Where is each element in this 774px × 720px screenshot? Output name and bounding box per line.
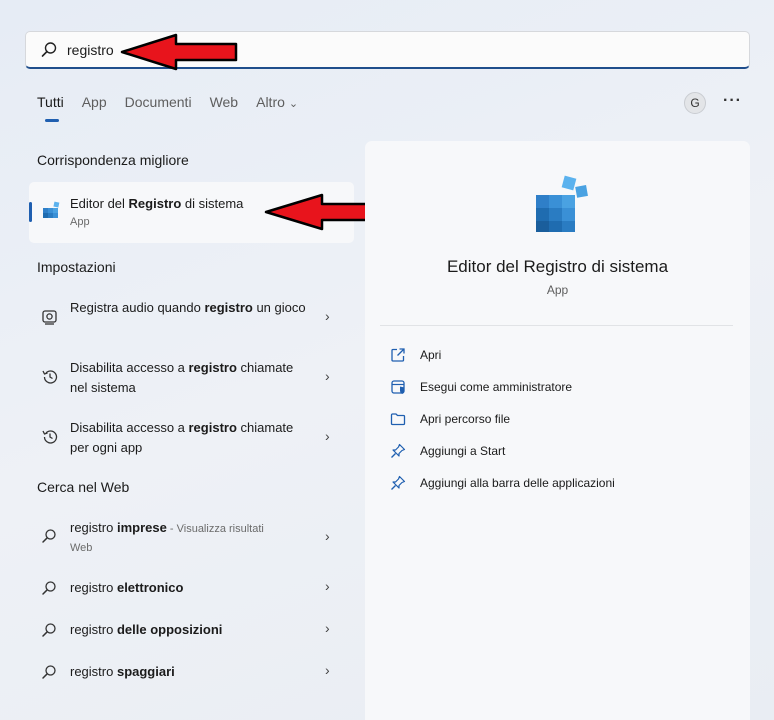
divider bbox=[380, 325, 733, 326]
pin-icon bbox=[391, 443, 406, 458]
best-match-title: Editor del Registro di sistema bbox=[70, 196, 244, 211]
tab-altro-label: Altro bbox=[256, 94, 285, 110]
more-options-button[interactable]: ··· bbox=[723, 92, 742, 110]
chevron-right-icon: › bbox=[325, 428, 330, 444]
best-match-subtitle: App bbox=[70, 216, 90, 228]
folder-icon bbox=[390, 413, 406, 426]
action-open-label: Apri bbox=[420, 348, 442, 362]
action-run-as-admin[interactable]: Esegui come amministratore bbox=[390, 379, 572, 395]
avatar[interactable]: G bbox=[684, 92, 706, 114]
chevron-right-icon: › bbox=[325, 620, 330, 636]
settings-item[interactable]: Registra audio quando registro un gioco … bbox=[29, 298, 354, 340]
tab-documenti[interactable]: Documenti bbox=[125, 94, 192, 122]
chevron-right-icon: › bbox=[325, 528, 330, 544]
tab-tutti[interactable]: Tutti bbox=[37, 94, 64, 122]
chevron-right-icon: › bbox=[325, 662, 330, 678]
web-result-label: registro spaggiari bbox=[70, 664, 175, 679]
selection-indicator bbox=[29, 202, 32, 222]
detail-panel: Editor del Registro di sistema App Apri … bbox=[365, 141, 750, 720]
tab-altro[interactable]: Altro ⌄ bbox=[256, 94, 298, 122]
search-icon bbox=[41, 41, 57, 57]
section-title-settings: Impostazioni bbox=[37, 259, 116, 275]
annotation-arrow-icon bbox=[120, 33, 238, 71]
settings-item-label: Disabilita accesso a registro chiamate p… bbox=[70, 420, 294, 455]
action-pin-to-taskbar[interactable]: Aggiungi alla barra delle applicazioni bbox=[390, 475, 615, 491]
action-run-as-admin-label: Esegui come amministratore bbox=[420, 380, 573, 394]
section-title-best-match: Corrispondenza migliore bbox=[37, 152, 189, 168]
tab-web[interactable]: Web bbox=[210, 94, 239, 122]
chevron-right-icon: › bbox=[325, 578, 330, 594]
chevron-right-icon: › bbox=[325, 368, 330, 384]
web-result-item[interactable]: registro elettronico › bbox=[29, 578, 354, 600]
search-icon bbox=[42, 529, 56, 543]
web-result-item[interactable]: registro spaggiari › bbox=[29, 662, 354, 684]
settings-item[interactable]: Disabilita accesso a registro chiamate p… bbox=[29, 418, 354, 460]
detail-subtitle: App bbox=[546, 283, 569, 297]
chevron-right-icon: › bbox=[325, 308, 330, 324]
action-pin-to-start-label: Aggiungi a Start bbox=[420, 444, 506, 458]
detail-title: Editor del Registro di sistema bbox=[446, 257, 669, 276]
action-pin-to-start[interactable]: Aggiungi a Start bbox=[390, 443, 505, 459]
action-open[interactable]: Apri bbox=[390, 347, 441, 363]
chevron-down-icon: ⌄ bbox=[288, 98, 299, 110]
settings-item-label: Registra audio quando registro un gioco bbox=[70, 300, 306, 315]
settings-item[interactable]: Disabilita accesso a registro chiamate n… bbox=[29, 358, 354, 400]
registry-editor-icon bbox=[43, 201, 60, 218]
action-open-file-location[interactable]: Apri percorso file bbox=[390, 411, 510, 427]
pin-icon bbox=[391, 475, 406, 490]
settings-item-label: Disabilita accesso a registro chiamate n… bbox=[70, 360, 294, 395]
filter-tabs: Tutti App Documenti Web Altro ⌄ bbox=[37, 94, 316, 122]
web-result-item[interactable]: registro imprese - Visualizza risultati W… bbox=[29, 518, 354, 558]
search-icon bbox=[42, 581, 56, 595]
record-icon bbox=[42, 310, 57, 325]
tab-app[interactable]: App bbox=[82, 94, 107, 122]
shield-admin-icon bbox=[391, 380, 405, 394]
open-icon bbox=[391, 348, 405, 362]
action-open-file-location-label: Apri percorso file bbox=[420, 412, 511, 426]
history-icon bbox=[42, 430, 58, 444]
registry-editor-icon bbox=[536, 175, 588, 232]
search-icon bbox=[42, 665, 56, 679]
section-title-web: Cerca nel Web bbox=[37, 479, 130, 495]
web-result-label: registro elettronico bbox=[70, 580, 184, 595]
web-result-label: registro imprese - Visualizza risultati W… bbox=[70, 520, 264, 554]
search-icon bbox=[42, 623, 56, 637]
history-icon bbox=[42, 370, 58, 384]
web-result-label: registro delle opposizioni bbox=[70, 622, 223, 637]
web-result-item[interactable]: registro delle opposizioni › bbox=[29, 620, 354, 642]
action-pin-to-taskbar-label: Aggiungi alla barra delle applicazioni bbox=[420, 476, 615, 490]
